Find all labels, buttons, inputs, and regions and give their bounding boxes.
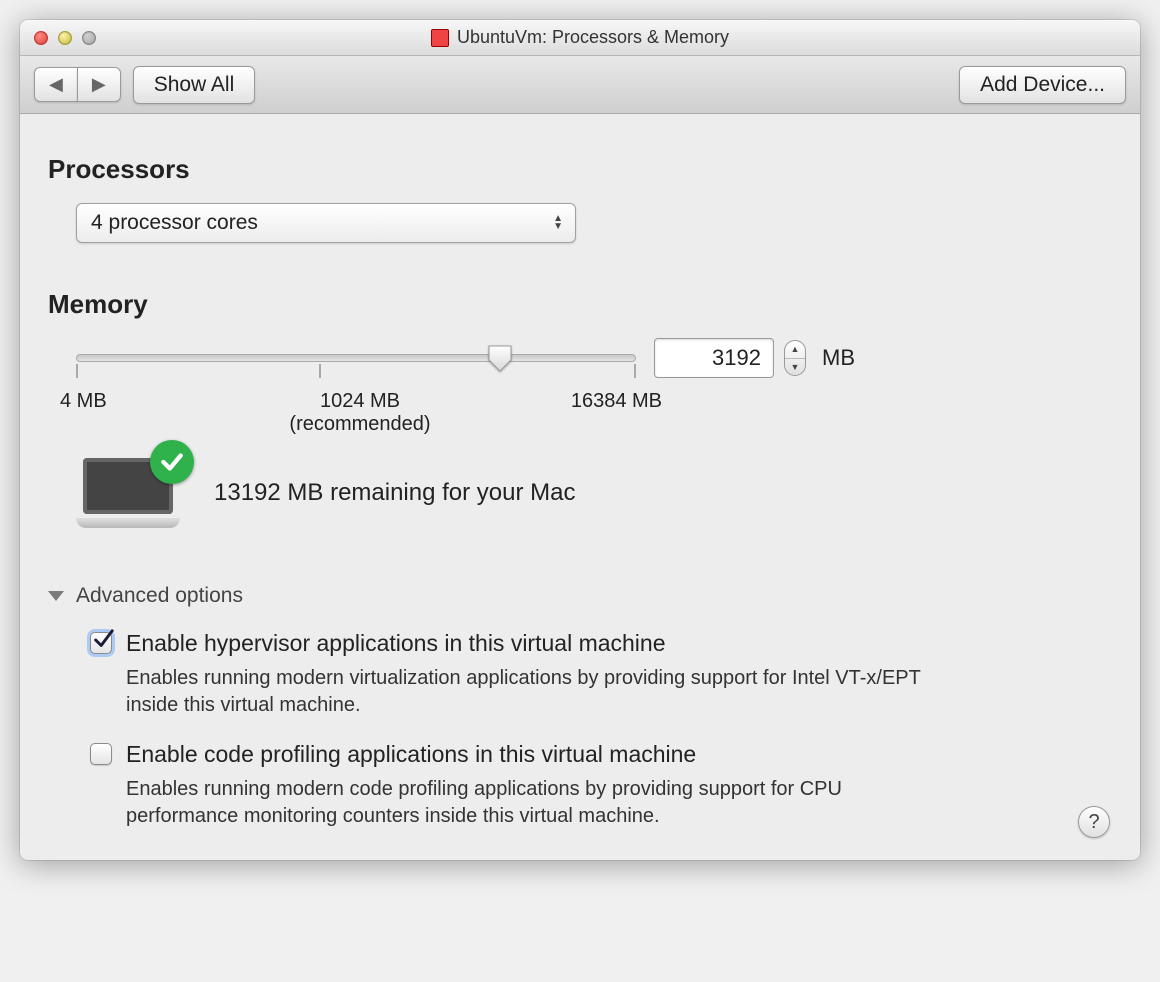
window-title: UbuntuVm: Processors & Memory: [457, 27, 729, 48]
toolbar: ◀ ▶ Show All Add Device...: [20, 56, 1140, 114]
slider-mid-label: 1024 MB: [320, 390, 400, 412]
stepper-down-icon[interactable]: ▼: [785, 359, 805, 376]
slider-min-label: 4 MB: [60, 390, 107, 413]
updown-chevron-icon: ▲▼: [553, 204, 563, 242]
checkmark-badge-icon: [150, 440, 194, 484]
mac-laptop-icon: [76, 458, 180, 528]
hypervisor-description: Enables running modern virtualization ap…: [126, 665, 946, 719]
slider-knob-icon[interactable]: [487, 344, 513, 372]
chevron-right-icon: ▶: [92, 74, 106, 95]
titlebar: UbuntuVm: Processors & Memory: [20, 20, 1140, 56]
memory-remaining-label: 13192 MB remaining for your Mac: [214, 479, 576, 507]
content-area: Processors 4 processor cores ▲▼ Memory: [20, 114, 1140, 860]
hypervisor-label: Enable hypervisor applications in this v…: [126, 630, 666, 657]
advanced-options-label: Advanced options: [76, 584, 243, 608]
forward-button[interactable]: ▶: [77, 67, 121, 102]
memory-heading: Memory: [48, 289, 1112, 320]
slider-max-label: 16384 MB: [571, 390, 662, 413]
profiling-checkbox[interactable]: [90, 743, 112, 765]
hypervisor-checkbox[interactable]: [90, 632, 112, 654]
add-device-button[interactable]: Add Device...: [959, 66, 1126, 104]
memory-slider[interactable]: [76, 342, 636, 374]
profiling-description: Enables running modern code profiling ap…: [126, 776, 946, 830]
nav-back-forward: ◀ ▶: [34, 67, 121, 102]
slider-recommended-label: (recommended): [270, 413, 450, 436]
stepper-up-icon[interactable]: ▲: [785, 341, 805, 359]
processors-heading: Processors: [48, 154, 1112, 185]
question-mark-icon: ?: [1088, 811, 1099, 834]
profiling-label: Enable code profiling applications in th…: [126, 741, 696, 768]
disclosure-triangle-icon: [48, 591, 64, 601]
vmware-icon: [431, 29, 449, 47]
processor-cores-value: 4 processor cores: [91, 211, 258, 235]
back-button[interactable]: ◀: [34, 67, 77, 102]
show-all-button[interactable]: Show All: [133, 66, 256, 104]
memory-stepper[interactable]: ▲ ▼: [784, 340, 806, 376]
chevron-left-icon: ◀: [49, 74, 63, 95]
processor-cores-select[interactable]: 4 processor cores ▲▼: [76, 203, 576, 243]
advanced-options-disclosure[interactable]: Advanced options: [48, 584, 1112, 608]
help-button[interactable]: ?: [1078, 806, 1110, 838]
memory-unit: MB: [822, 345, 855, 371]
memory-input[interactable]: 3192: [654, 338, 774, 378]
